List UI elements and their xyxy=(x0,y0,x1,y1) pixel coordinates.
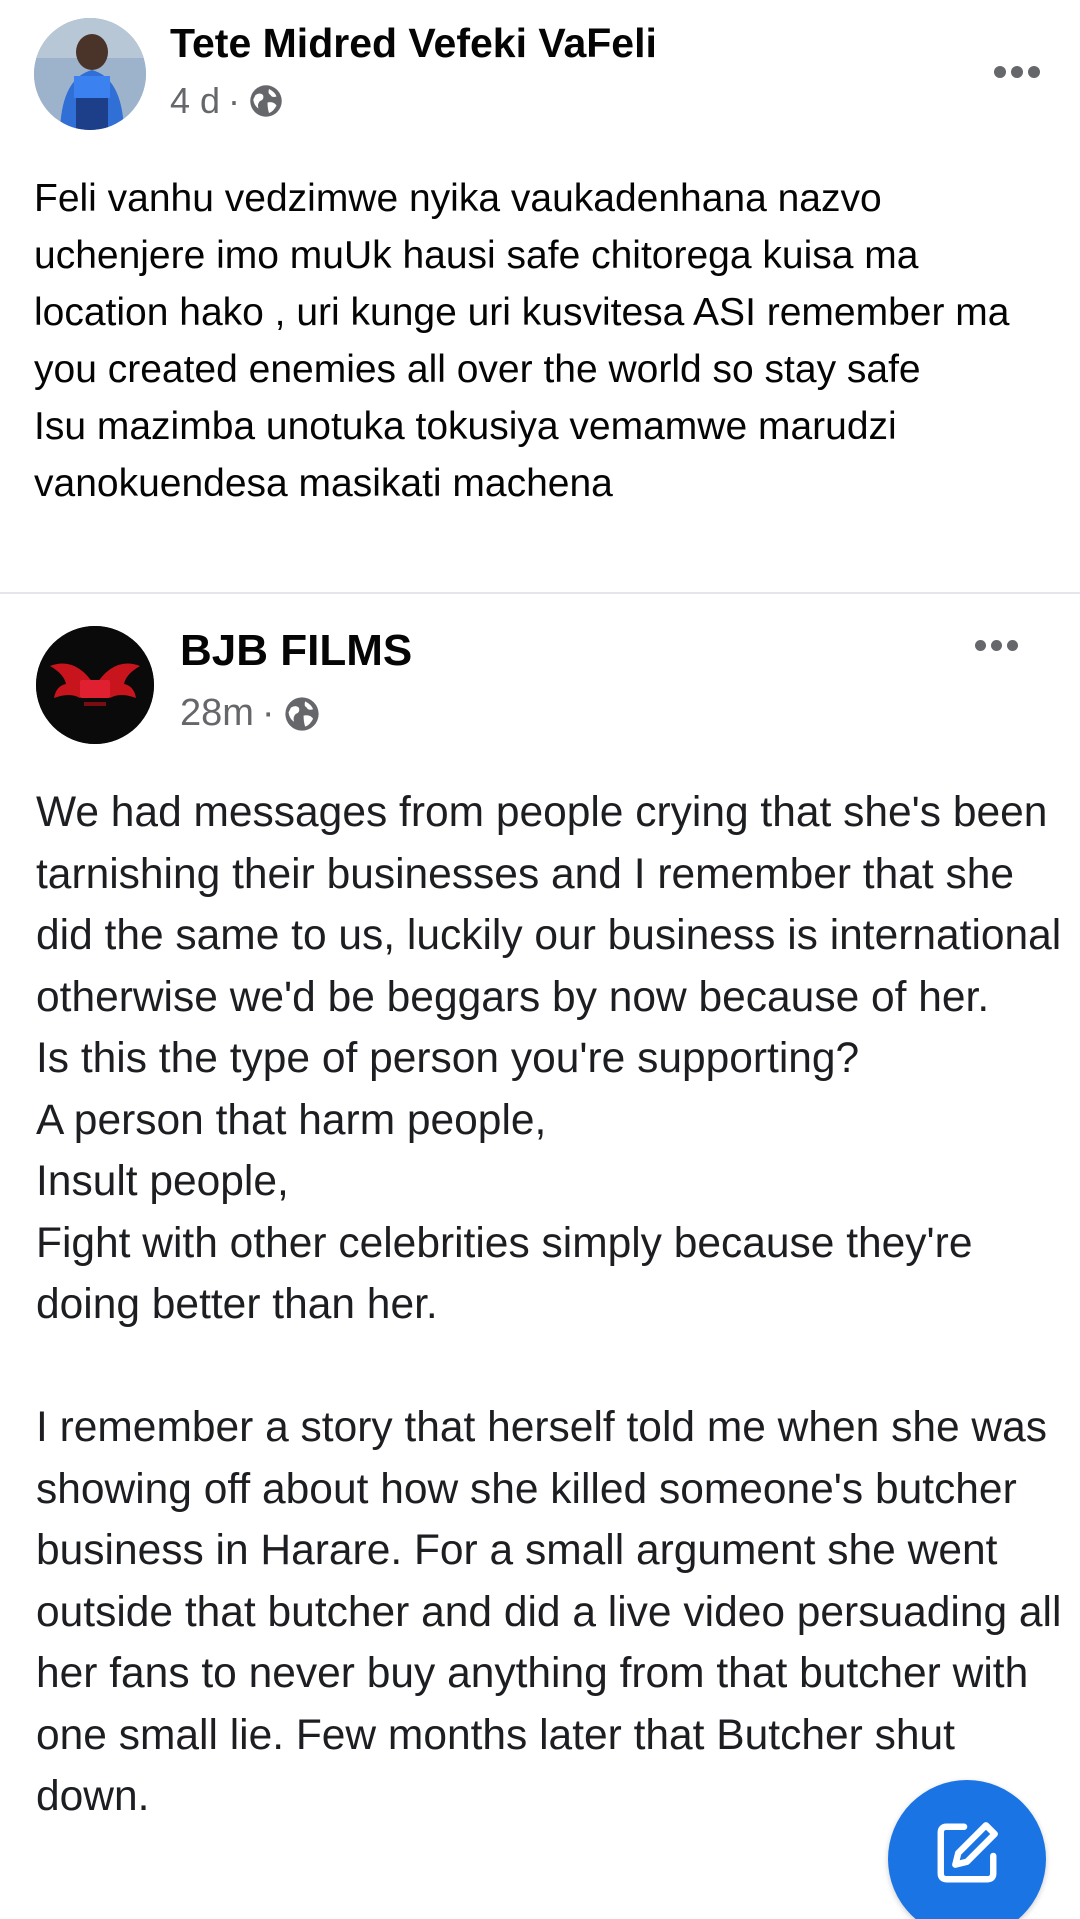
post-paragraph: Is this the type of person you're suppor… xyxy=(36,1035,860,1082)
post-paragraph: A person that harm people, xyxy=(36,1096,547,1144)
post-body: Feli vanhu vedzimwe nyika vaukadenhana n… xyxy=(34,170,1054,512)
globe-icon xyxy=(250,85,282,117)
compose-icon xyxy=(937,1822,998,1883)
post-divider xyxy=(0,592,1080,594)
more-options-button[interactable] xyxy=(994,66,1040,78)
page-name[interactable]: BJB FILMS xyxy=(180,626,412,676)
shared-post-header: BJB FILMS 28m · xyxy=(0,600,1080,760)
more-horizontal-icon xyxy=(994,66,1006,78)
meta-separator: · xyxy=(228,80,241,121)
post-header: Tete Midred Vefeki VaFeli 4 d · xyxy=(0,0,1080,140)
post-time[interactable]: 28m xyxy=(180,692,254,735)
post-meta: 28m · xyxy=(180,692,321,735)
more-options-button[interactable] xyxy=(975,640,1018,651)
post-paragraph: Fight with other celebrities simply beca… xyxy=(36,1219,973,1329)
meta-separator: · xyxy=(261,692,275,734)
more-horizontal-icon xyxy=(975,640,986,651)
post-paragraph: We had messages from people crying that … xyxy=(36,789,1062,1021)
post-paragraph: Feli vanhu vedzimwe nyika vaukadenhana n… xyxy=(34,177,1010,391)
post-paragraph: Isu mazimba unotuka tokusiya vemamwe mar… xyxy=(34,405,897,505)
post-meta: 4 d · xyxy=(170,80,284,122)
globe-icon xyxy=(284,696,319,731)
author-name[interactable]: Tete Midred Vefeki VaFeli xyxy=(170,20,657,67)
post-paragraph: I remember a story that herself told me … xyxy=(36,1404,1062,1820)
author-avatar[interactable] xyxy=(34,18,146,130)
post-time[interactable]: 4 d xyxy=(170,80,220,122)
shared-post-body: We had messages from people crying that … xyxy=(36,782,1066,1828)
post-paragraph: Insult people, xyxy=(36,1158,289,1205)
page-avatar[interactable] xyxy=(36,626,154,744)
